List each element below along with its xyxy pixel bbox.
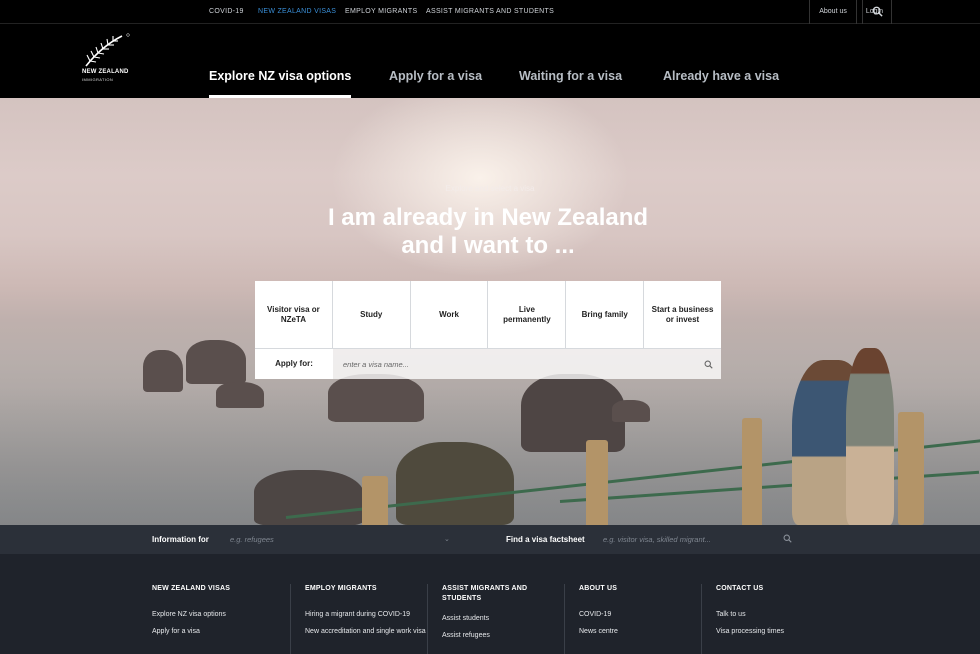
logo-subtitle: IMMIGRATION (82, 77, 114, 82)
sea-rock (328, 374, 424, 422)
footer-link[interactable]: Assist students (442, 614, 563, 623)
tile-start-business[interactable]: Start a business or invest (644, 281, 721, 348)
hero-banner: Explore and select a visa I am already i… (0, 98, 980, 525)
apply-for-row: Apply for: (255, 348, 721, 379)
footer-link[interactable]: Assist refugees (442, 631, 563, 640)
util-link-nz-visas[interactable]: NEW ZEALAND VISAS (258, 0, 336, 24)
tile-work[interactable]: Work (411, 281, 489, 348)
sea-rock (521, 374, 625, 452)
utility-bar: COVID-19 NEW ZEALAND VISAS EMPLOY MIGRAN… (0, 0, 980, 24)
footer-link[interactable]: Talk to us (716, 610, 841, 619)
footer-heading[interactable]: CONTACT US (716, 584, 841, 594)
util-search-button[interactable] (862, 0, 892, 24)
footer-heading[interactable]: EMPLOY MIGRANTS (305, 584, 426, 594)
sea-rock (143, 350, 183, 392)
tab-already-have-visa[interactable]: Already have a visa (663, 24, 779, 98)
fence-post (586, 440, 608, 525)
chevron-down-icon[interactable]: ⌄ (444, 535, 450, 543)
footer-col-nz-visas: NEW ZEALAND VISAS Explore NZ visa option… (152, 584, 282, 654)
fence-post (898, 412, 924, 525)
tile-visitor-visa[interactable]: Visitor visa or NZeTA (255, 281, 333, 348)
sea-rock (186, 340, 246, 384)
tab-apply-for-visa[interactable]: Apply for a visa (389, 24, 482, 98)
footer-link[interactable]: Explore NZ visa options (152, 610, 282, 619)
footer-link[interactable]: Apply for a visa (152, 627, 282, 636)
hero-title-line1: I am already in New Zealand (327, 204, 649, 231)
footer-link[interactable]: News centre (579, 627, 700, 636)
footer-link[interactable]: Hiring a migrant during COVID-19 (305, 610, 426, 619)
hero-title: I am already in New Zealand and I want t… (0, 204, 976, 260)
visa-option-tiles: Visitor visa or NZeTA Study Work Live pe… (255, 281, 721, 348)
visa-factsheet-label: Find a visa factsheet (506, 535, 585, 544)
nz-immigration-logo[interactable]: NEW ZEALAND IMMIGRATION (82, 32, 134, 84)
sea-rock (396, 442, 514, 525)
tile-live-permanently[interactable]: Live permanently (488, 281, 567, 348)
about-us-link[interactable]: About us (809, 0, 856, 24)
information-for-label: Information for (152, 535, 209, 544)
util-link-employ-migrants[interactable]: EMPLOY MIGRANTS (345, 0, 417, 24)
footer-link[interactable]: Visa processing times (716, 627, 841, 636)
footer-heading[interactable]: NEW ZEALAND VISAS (152, 584, 282, 594)
footer-col-employ-migrants: EMPLOY MIGRANTS Hiring a migrant during … (290, 584, 426, 654)
footer-col-assist-migrants: ASSIST MIGRANTS AND STUDENTS Assist stud… (427, 584, 563, 654)
footer-link[interactable]: COVID-19 (579, 610, 700, 619)
fence-post (742, 418, 762, 525)
finder-bar: Information for e.g. refugees ⌄ Find a v… (0, 525, 980, 554)
apply-for-field (333, 349, 721, 379)
hero-title-line2: and I want to ... (401, 232, 575, 259)
visa-factsheet-input[interactable]: e.g. visitor visa, skilled migrant... (603, 525, 711, 554)
fence-post (362, 476, 388, 525)
tile-bring-family[interactable]: Bring family (566, 281, 645, 348)
visa-name-input[interactable] (333, 349, 721, 379)
information-for-select[interactable]: e.g. refugees (230, 525, 274, 554)
woman-figure (846, 348, 894, 525)
logo-wordmark: NEW ZEALAND (82, 69, 129, 75)
footer-heading[interactable]: ABOUT US (579, 584, 700, 594)
util-link-covid[interactable]: COVID-19 (209, 0, 244, 24)
tab-waiting-for-visa[interactable]: Waiting for a visa (519, 24, 622, 98)
tab-explore-visa-options[interactable]: Explore NZ visa options (209, 24, 352, 98)
search-icon[interactable] (704, 360, 713, 369)
sea-rock (254, 470, 364, 525)
search-icon[interactable] (783, 534, 792, 543)
apply-for-label: Apply for: (255, 349, 333, 379)
site-header: NEW ZEALAND IMMIGRATION Explore NZ visa … (0, 24, 980, 98)
footer-link[interactable]: New accreditation and single work visa (305, 627, 426, 636)
sea-rock (216, 382, 264, 408)
tile-study[interactable]: Study (333, 281, 411, 348)
util-link-assist-migrants[interactable]: ASSIST MIGRANTS AND STUDENTS (426, 0, 554, 24)
sea-rock (612, 400, 650, 422)
footer-col-about-us: ABOUT US COVID-19 News centre (564, 584, 700, 654)
site-footer: NEW ZEALAND VISAS Explore NZ visa option… (0, 554, 980, 654)
footer-col-contact-us: CONTACT US Talk to us Visa processing ti… (701, 584, 841, 654)
footer-heading[interactable]: ASSIST MIGRANTS AND STUDENTS (442, 584, 563, 604)
search-icon (872, 6, 883, 17)
silver-fern-icon (85, 33, 130, 67)
hero-eyebrow: Explore and select a visa (445, 184, 535, 193)
